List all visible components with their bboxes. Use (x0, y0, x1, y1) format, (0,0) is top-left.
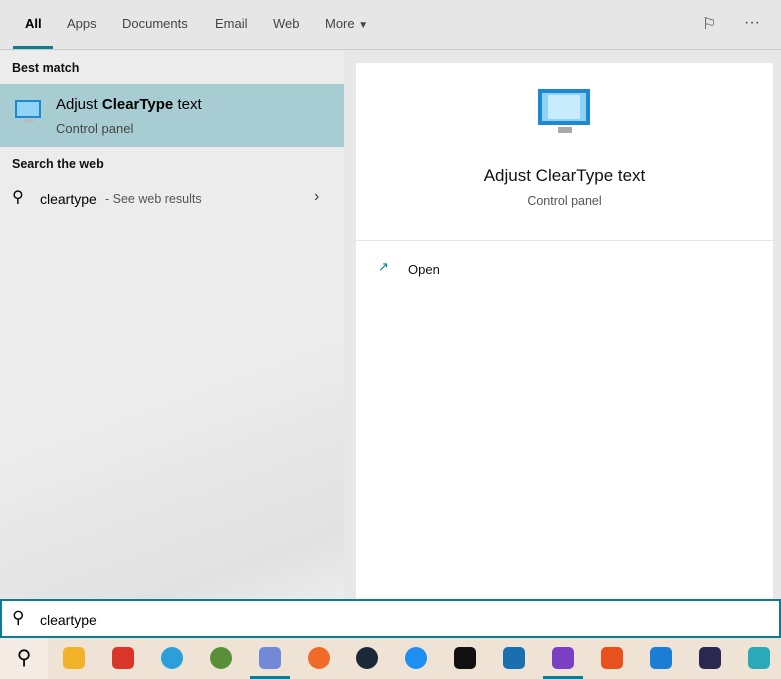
open-action[interactable]: ↗ Open (378, 259, 578, 281)
best-match-heading: Best match (12, 61, 80, 75)
web-heading: Search the web (12, 157, 104, 171)
telegram-icon[interactable] (160, 647, 183, 669)
tab-more-label: More (325, 16, 355, 31)
more-options-icon[interactable]: ··· (744, 14, 760, 32)
monitor-large-icon (538, 89, 590, 133)
app-hexagon-icon[interactable] (503, 647, 526, 669)
tab-documents[interactable]: Documents (122, 16, 188, 31)
title-post: text (173, 96, 202, 113)
title-bold: ClearType (101, 96, 174, 113)
search-icon: ⚲ (12, 189, 24, 206)
search-icon: ⚲ (12, 608, 25, 627)
best-match-subtitle: Control panel (56, 121, 134, 136)
uplay-icon[interactable] (405, 647, 428, 669)
active-tab-indicator (13, 46, 53, 49)
title-pre: Adjust (56, 96, 102, 113)
detail-pane: Adjust ClearType text Control panel ↗ Op… (356, 63, 773, 599)
results-pane: Best match Adjust ClearType text Control… (0, 51, 344, 599)
best-match-result[interactable]: Adjust ClearType text Control panel (0, 84, 344, 147)
file-explorer-icon[interactable] (63, 647, 85, 669)
steam-icon[interactable] (356, 647, 379, 669)
divider (356, 240, 773, 241)
web-query: cleartype (40, 191, 97, 207)
search-input[interactable]: cleartype (40, 612, 97, 628)
tab-more[interactable]: More ▼ (325, 16, 368, 31)
taskbar: ⚲ (0, 638, 781, 679)
app-teal-icon[interactable] (747, 647, 770, 669)
open-label: Open (408, 262, 440, 277)
epic-games-icon[interactable] (454, 647, 477, 669)
app-orange-icon[interactable] (600, 647, 623, 669)
best-match-title: Adjust ClearType text (56, 96, 202, 113)
vscode-icon[interactable] (649, 647, 672, 669)
chevron-right-icon: › (314, 188, 320, 205)
ccleaner-icon[interactable] (111, 647, 134, 669)
feedback-icon[interactable]: ⚐ (702, 14, 716, 34)
brave-nightly-icon[interactable] (552, 647, 574, 669)
detail-subtitle: Control panel (527, 194, 602, 208)
filter-tabs: All Apps Documents Email Web More ▼ ⚐ ··… (0, 0, 781, 50)
search-taskbar-icon[interactable]: ⚲ (0, 638, 48, 679)
search-box[interactable]: ⚲ cleartype (0, 599, 781, 638)
app-s-icon[interactable] (698, 647, 721, 669)
tab-all[interactable]: All (25, 16, 42, 31)
detail-title: Adjust ClearType text (483, 166, 646, 185)
tab-apps[interactable]: Apps (67, 16, 97, 31)
caret-down-icon: ▼ (358, 20, 369, 31)
tab-web[interactable]: Web (273, 16, 300, 31)
origin-icon[interactable] (307, 647, 330, 669)
xbox-app-icon[interactable] (209, 647, 232, 669)
monitor-icon (15, 100, 41, 122)
discord-icon[interactable] (258, 647, 281, 669)
tab-email[interactable]: Email (215, 16, 248, 31)
web-result[interactable]: ⚲ cleartype - See web results › (0, 181, 344, 215)
open-icon: ↗ (378, 259, 389, 274)
web-suffix: - See web results (105, 192, 202, 206)
